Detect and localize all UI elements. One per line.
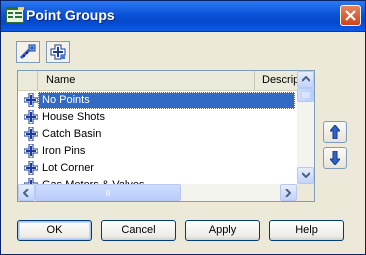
scroll-grip-icon bbox=[106, 189, 110, 196]
point-groups-dialog: Point Groups Name Description bbox=[0, 0, 366, 255]
point-group-properties-button[interactable] bbox=[16, 41, 40, 63]
point-group-icon bbox=[24, 144, 38, 158]
description-column-header[interactable]: Description bbox=[255, 71, 299, 90]
move-down-button[interactable] bbox=[323, 147, 347, 169]
arrow-down-icon bbox=[330, 151, 340, 165]
apply-button[interactable]: Apply bbox=[185, 220, 260, 241]
horizontal-scroll-thumb[interactable] bbox=[35, 184, 181, 201]
scroll-left-arrow-icon bbox=[23, 189, 29, 197]
point-group-icon bbox=[24, 161, 38, 175]
list-item-label: House Shots bbox=[42, 111, 105, 123]
point-group-icon bbox=[24, 93, 38, 107]
name-column-header[interactable]: Name bbox=[38, 71, 255, 90]
scroll-down-arrow-icon bbox=[302, 172, 310, 178]
list-rows: No Points House Shots Catch Basin Iron P… bbox=[18, 91, 297, 185]
close-icon bbox=[345, 10, 356, 21]
ok-button[interactable]: OK bbox=[17, 220, 92, 241]
vertical-scroll-thumb[interactable] bbox=[297, 88, 314, 102]
new-point-group-button[interactable] bbox=[46, 41, 70, 63]
horizontal-scrollbar[interactable] bbox=[18, 184, 297, 201]
point-group-icon bbox=[24, 127, 38, 141]
scroll-right-button[interactable] bbox=[280, 184, 297, 201]
list-item[interactable]: No Points bbox=[18, 92, 297, 109]
list-item[interactable]: House Shots bbox=[18, 109, 297, 126]
scroll-up-arrow-icon bbox=[302, 76, 310, 82]
scroll-left-button[interactable] bbox=[18, 184, 35, 201]
scroll-down-button[interactable] bbox=[297, 167, 314, 184]
list-item[interactable]: Iron Pins bbox=[18, 143, 297, 160]
scroll-right-arrow-icon bbox=[285, 189, 291, 197]
list-item[interactable]: Lot Corner bbox=[18, 160, 297, 177]
close-button[interactable] bbox=[340, 5, 361, 26]
window-title: Point Groups bbox=[26, 7, 115, 23]
scroll-grip-icon bbox=[301, 92, 310, 98]
point-group-properties-icon bbox=[20, 44, 36, 60]
list-item-label: No Points bbox=[38, 92, 295, 109]
move-up-button[interactable] bbox=[323, 121, 347, 143]
cancel-button[interactable]: Cancel bbox=[101, 220, 176, 241]
new-point-group-icon bbox=[50, 44, 66, 60]
list-item-label: Iron Pins bbox=[42, 145, 86, 157]
scrollbar-corner bbox=[297, 184, 314, 201]
vertical-scrollbar[interactable] bbox=[297, 71, 314, 184]
icon-column-header[interactable] bbox=[18, 71, 38, 90]
list-item[interactable]: Catch Basin bbox=[18, 126, 297, 143]
list-header: Name Description bbox=[18, 71, 299, 91]
list-item-label: Catch Basin bbox=[42, 128, 102, 140]
list-item-label: Lot Corner bbox=[42, 162, 94, 174]
point-groups-list[interactable]: Name Description No Points House Shots C… bbox=[17, 70, 315, 202]
help-button[interactable]: Help bbox=[269, 220, 344, 241]
scroll-up-button[interactable] bbox=[297, 71, 314, 88]
title-bar[interactable]: Point Groups bbox=[1, 1, 365, 32]
point-group-icon bbox=[24, 110, 38, 124]
point-groups-app-icon bbox=[6, 7, 24, 23]
arrow-up-icon bbox=[330, 125, 340, 139]
